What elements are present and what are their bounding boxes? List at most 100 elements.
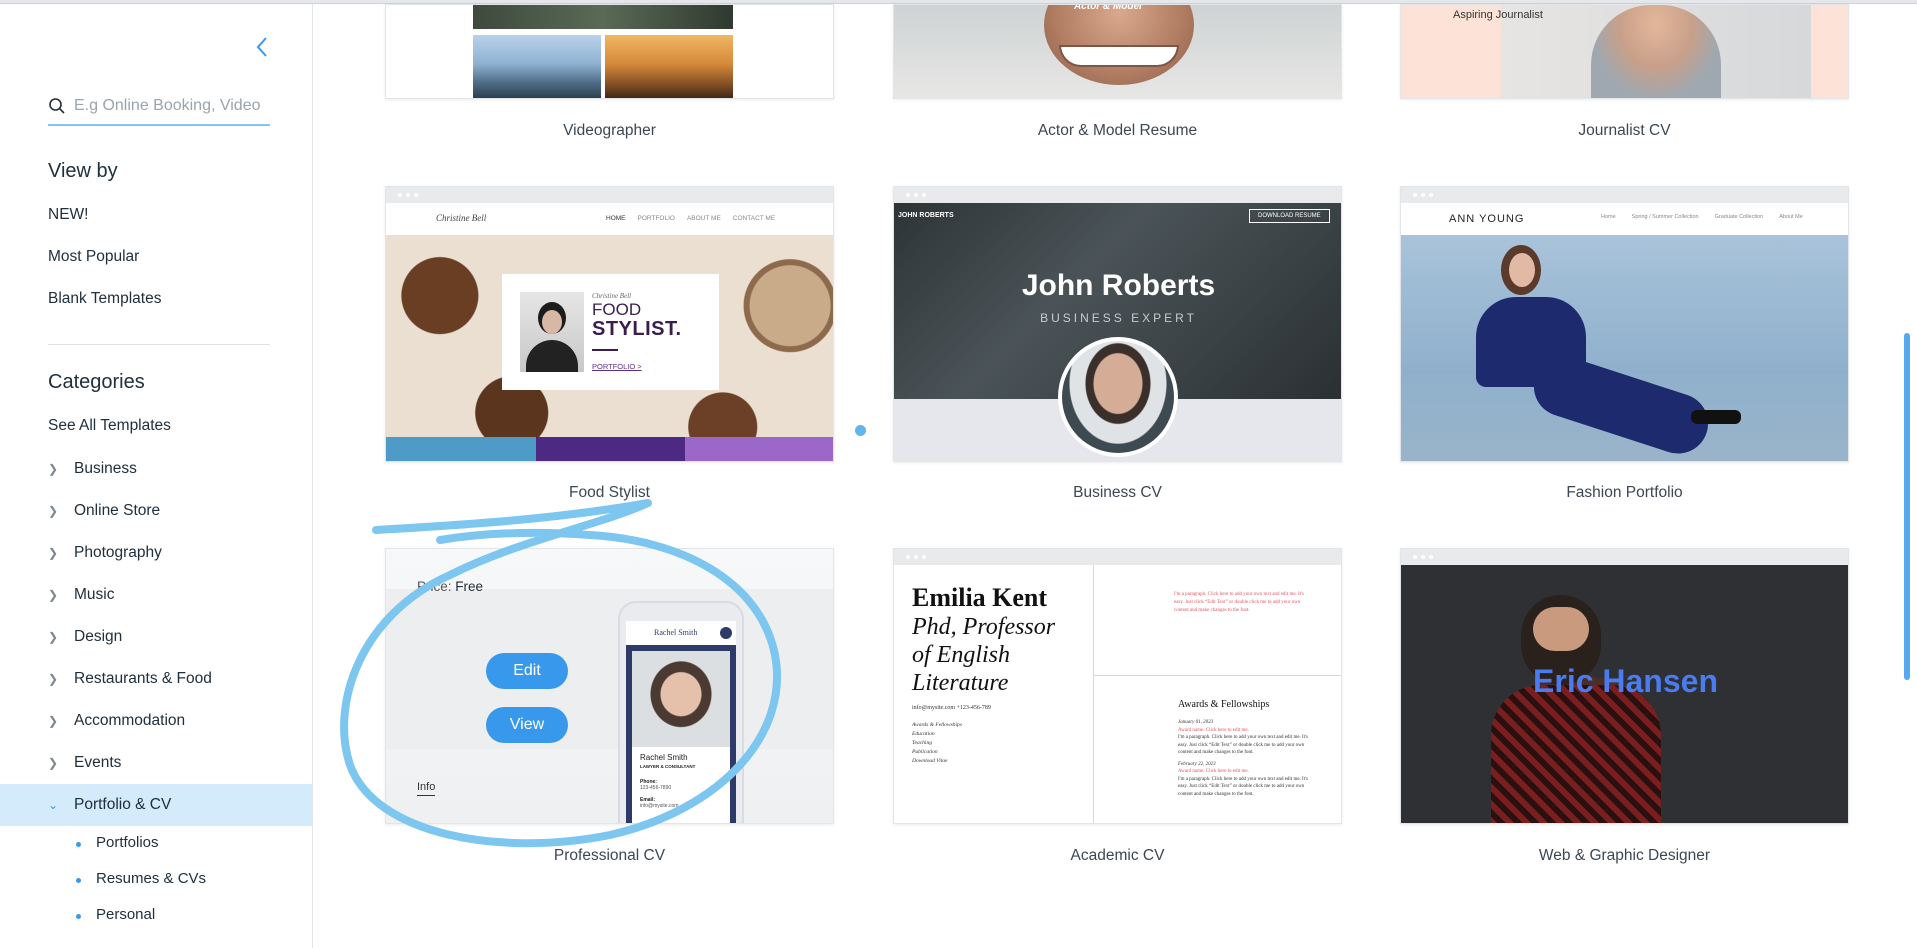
category-portfolio-cv[interactable]: ⌄ Portfolio & CV: [0, 784, 312, 826]
academic-nav-item: Publication: [912, 749, 938, 755]
academic-nav-item: Download Vitae: [912, 758, 948, 764]
collapse-sidebar-chevron-left-icon[interactable]: [252, 32, 272, 62]
sunset-car-photo: [605, 35, 733, 98]
sidebar-divider: [48, 344, 270, 345]
template-card-videographer[interactable]: [385, 4, 834, 99]
see-all-templates-link[interactable]: See All Templates: [48, 417, 171, 435]
business-avatar: [1058, 337, 1178, 457]
category-label: Accommodation: [74, 712, 186, 729]
designer-photo: Eric Hansen: [1401, 565, 1848, 823]
template-title[interactable]: Videographer: [385, 122, 834, 140]
template-card-actor-model-resume[interactable]: Actor & Model: [893, 4, 1342, 99]
academic-section-heading: Awards & Fellowships: [1178, 699, 1270, 710]
category-accommodation[interactable]: ❯ Accommodation: [0, 700, 312, 742]
template-card-fashion-portfolio[interactable]: ANN YOUNG Home Spring / Summer Collectio…: [1400, 186, 1849, 462]
actor-tag: Actor & Model: [1074, 4, 1142, 12]
category-photography[interactable]: ❯ Photography: [0, 532, 312, 574]
nav-item: HOME: [606, 215, 626, 222]
search-icon: [49, 98, 65, 114]
template-card-business-cv[interactable]: JOHN ROBERTS DOWNLOAD RESUME John Robert…: [893, 186, 1342, 462]
category-events[interactable]: ❯ Events: [0, 742, 312, 784]
template-title[interactable]: Actor & Model Resume: [893, 122, 1342, 140]
title-line: of English: [912, 642, 1011, 668]
academic-nav-item: Teaching: [912, 740, 932, 746]
category-online-store[interactable]: ❯ Online Store: [0, 490, 312, 532]
browser-bar: [894, 187, 1341, 203]
stylist-word: STYLIST.: [592, 318, 682, 340]
award-name: Award name. Click here to edit me.: [1178, 769, 1249, 774]
academic-awards: January 01, 2023 Award name. Click here …: [1178, 719, 1313, 798]
stylist-small-name: Christine Bell: [592, 292, 632, 300]
subcategory-resumes-cvs[interactable]: Resumes & CVs: [75, 870, 206, 887]
subcategory-personal[interactable]: Personal: [75, 906, 155, 923]
award-date: February 22, 2023: [1178, 761, 1216, 767]
actor-smile: [1059, 45, 1179, 67]
mountain-photo: [473, 35, 601, 98]
view-by-most-popular[interactable]: Most Popular: [48, 248, 139, 266]
template-card-food-stylist[interactable]: Christine Bell HOME PORTFOLIO ABOUT ME C…: [385, 186, 834, 462]
chevron-right-icon: ❯: [48, 630, 59, 644]
award-text: I'm a paragraph. Click here to add your …: [1178, 776, 1308, 797]
academic-nav-item: Awards & Fellowships: [912, 722, 962, 728]
view-by-new[interactable]: NEW!: [48, 206, 88, 224]
category-music[interactable]: ❯ Music: [0, 574, 312, 616]
template-card-journalist-cv[interactable]: Aspiring Journalist: [1400, 4, 1849, 99]
template-title[interactable]: Fashion Portfolio: [1400, 484, 1849, 502]
nav-item: PORTFOLIO: [637, 215, 675, 222]
business-brand: JOHN ROBERTS: [898, 212, 954, 219]
category-design[interactable]: ❯ Design: [0, 616, 312, 658]
category-label: Music: [74, 586, 115, 603]
food-nav: HOME PORTFOLIO ABOUT ME CONTACT ME: [606, 215, 775, 222]
template-title[interactable]: Journalist CV: [1400, 122, 1849, 140]
award-date: January 01, 2023: [1178, 720, 1214, 725]
food-site-header: Christine Bell HOME PORTFOLIO ABOUT ME C…: [386, 203, 833, 235]
chevron-right-icon: ❯: [48, 462, 59, 476]
stylist-portrait: [520, 292, 584, 372]
view-by-heading: View by: [48, 160, 118, 182]
search-box[interactable]: [48, 88, 270, 126]
fashion-header: ANN YOUNG Home Spring / Summer Collectio…: [1401, 203, 1848, 235]
title-line: Phd, Professor: [912, 614, 1056, 640]
fashion-brand: ANN YOUNG: [1449, 213, 1525, 225]
chevron-right-icon: ❯: [48, 714, 59, 728]
designer-name: Eric Hansen: [1533, 663, 1718, 699]
template-card-academic-cv[interactable]: Emilia Kent Phd, Professor of English Li…: [893, 548, 1342, 824]
search-input[interactable]: [74, 97, 270, 115]
award-text: I'm a paragraph. Click here to add your …: [1178, 735, 1308, 755]
download-resume-button: DOWNLOAD RESUME: [1249, 209, 1330, 223]
template-title[interactable]: Web & Graphic Designer: [1400, 847, 1849, 865]
hand-drawn-circle-annotation: [340, 499, 781, 848]
academic-nav: Awards & Fellowships Education Teaching …: [912, 721, 962, 766]
chevron-right-icon: ❯: [48, 546, 59, 560]
food-brand: Christine Bell: [436, 213, 487, 223]
nav-item: ABOUT ME: [686, 215, 721, 222]
nav-item: Graduate Collection: [1714, 214, 1764, 220]
chevron-right-icon: ❯: [48, 756, 59, 770]
categories-heading: Categories: [48, 371, 145, 393]
browser-bar: [1401, 187, 1848, 203]
template-title[interactable]: Business CV: [893, 484, 1342, 502]
carousel-dot: [855, 425, 866, 436]
academic-nav-item: Education: [912, 731, 935, 737]
category-business[interactable]: ❯ Business: [0, 448, 312, 490]
academic-contact: info@mysite.com +123-456-789: [912, 705, 991, 711]
award-name: Award name. Click here to edit me.: [1178, 727, 1249, 733]
category-label: Business: [74, 460, 137, 477]
category-restaurants-food[interactable]: ❯ Restaurants & Food: [0, 658, 312, 700]
category-label: Photography: [74, 544, 162, 561]
view-by-blank-templates[interactable]: Blank Templates: [48, 290, 161, 308]
chevron-right-icon: ❯: [48, 588, 59, 602]
food-stylist-card: Christine Bell FOOD STYLIST. PORTFOLIO >: [502, 274, 719, 390]
category-label: Design: [74, 628, 123, 645]
fashion-nav: Home Spring / Summer Collection Graduate…: [1601, 214, 1803, 220]
page-scrollbar[interactable]: [1904, 333, 1910, 680]
subcategory-portfolios[interactable]: Portfolios: [76, 834, 159, 851]
category-label: Events: [74, 754, 122, 771]
nav-item: Spring / Summer Collection: [1631, 214, 1699, 220]
template-title[interactable]: Academic CV: [893, 847, 1342, 865]
business-name: John Roberts: [1021, 269, 1216, 302]
title-line: Literature: [912, 670, 1009, 696]
template-card-web-graphic-designer[interactable]: Eric Hansen: [1400, 548, 1849, 824]
sidebar: View by NEW! Most Popular Blank Template…: [0, 4, 313, 948]
browser-bar: [386, 187, 833, 203]
